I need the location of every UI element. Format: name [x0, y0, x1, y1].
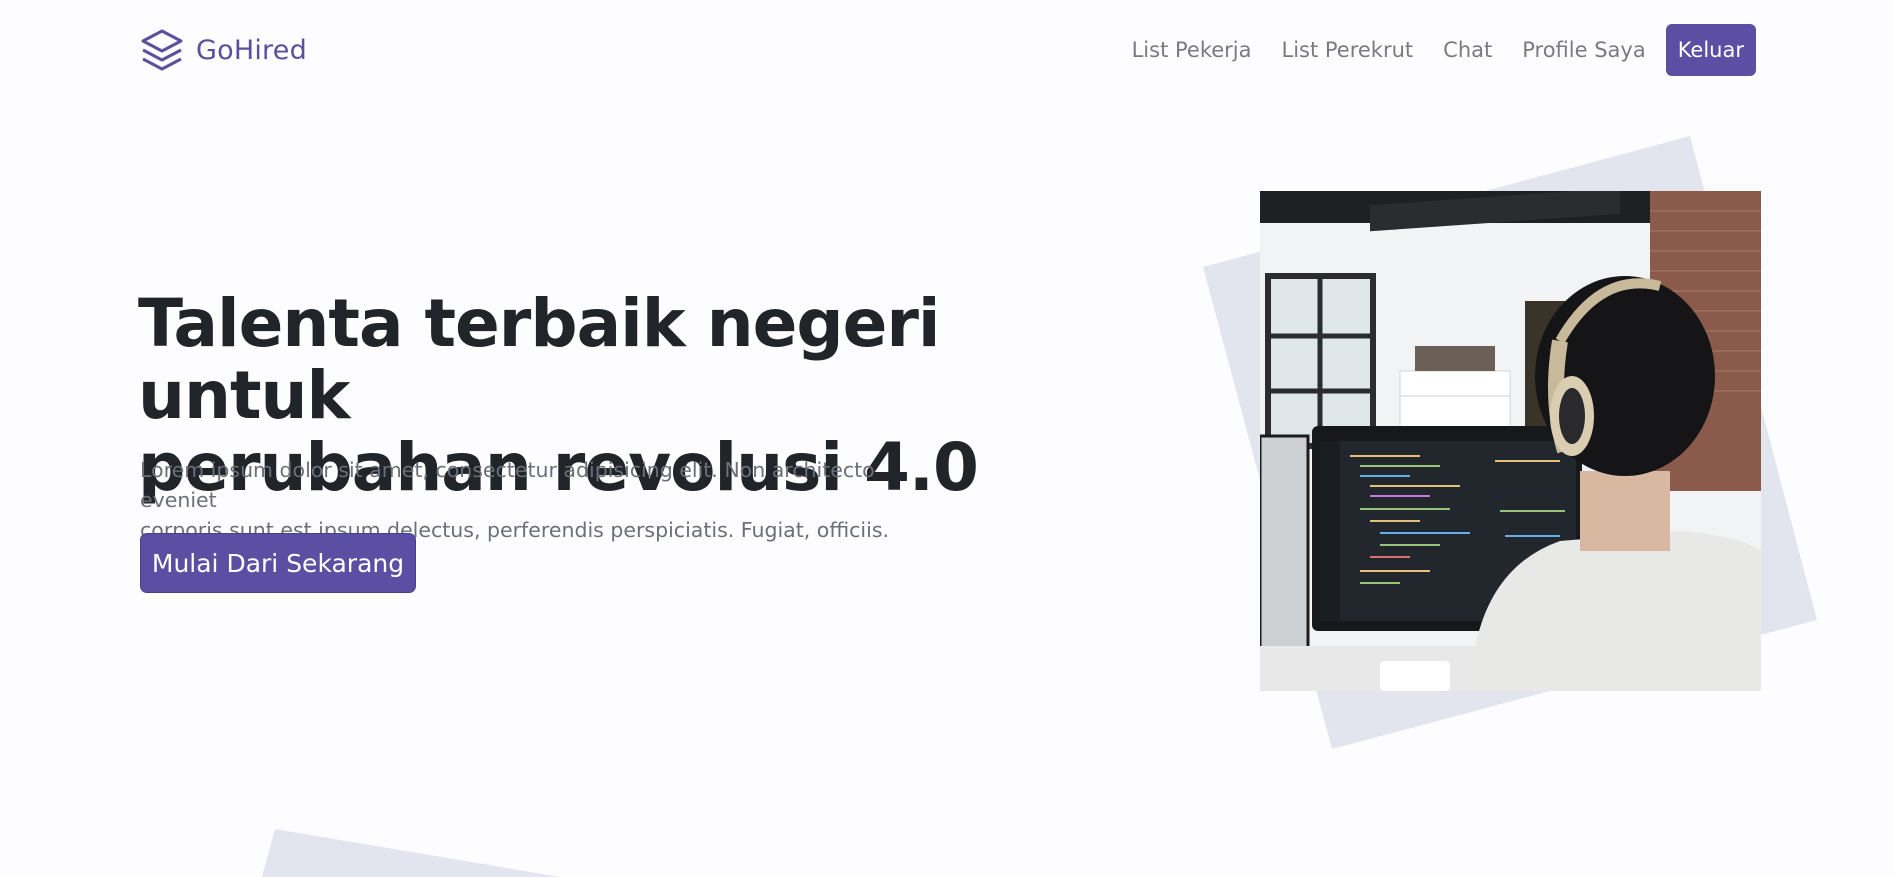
bottom-deco-shape	[262, 829, 560, 877]
hero-photo	[1260, 191, 1761, 691]
developer-at-desk-illustration	[1260, 191, 1761, 691]
